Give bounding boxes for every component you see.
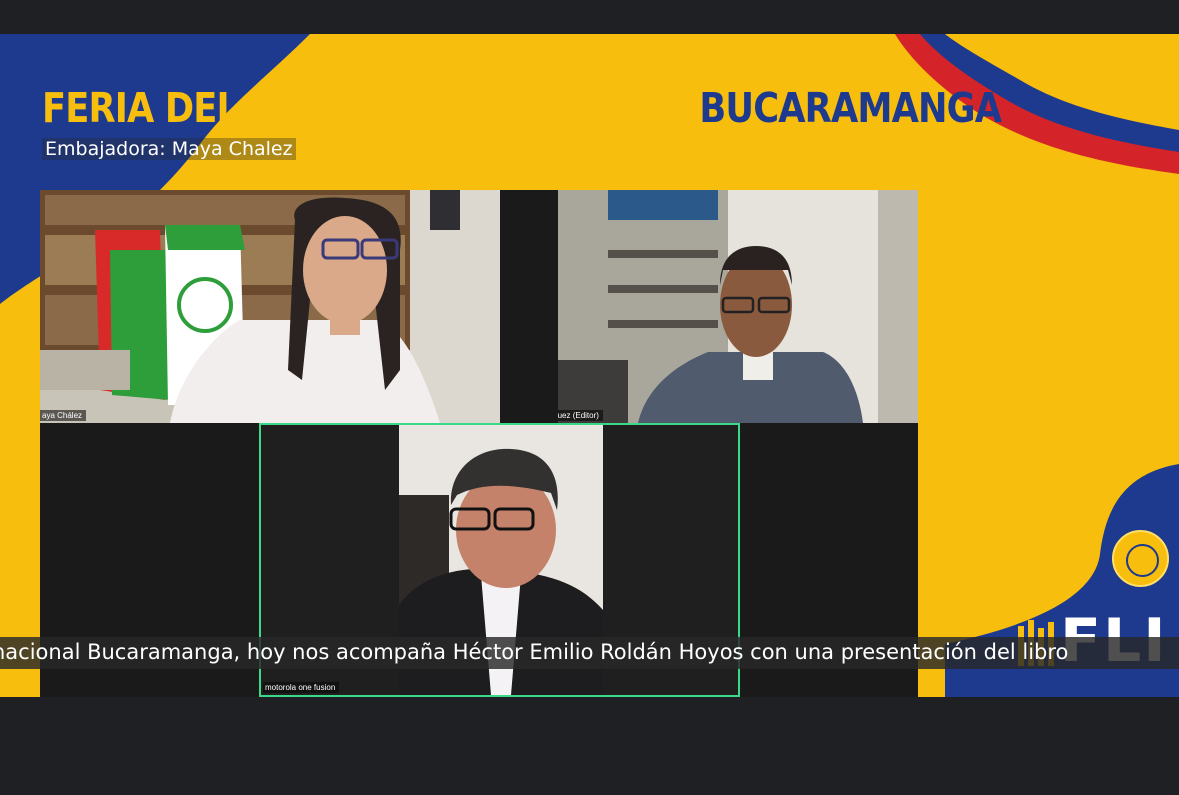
title-part-yellow: FERIA DEL LIBRO INTERNACIONAL: [42, 84, 689, 132]
news-ticker: nacional Bucaramanga, hoy nos acompaña H…: [0, 637, 1179, 669]
event-banner: FERIA DEL LIBRO INTERNACIONAL BUCARAMANG…: [0, 34, 1179, 697]
editor-video-frame: [558, 190, 918, 423]
ambassador-video-frame: [40, 190, 500, 423]
participant-name-tag: motorola one fusion: [263, 682, 340, 693]
video-gallery: aya Chález Antonio Marquez (Editor: [40, 190, 918, 697]
ticker-text: nacional Bucaramanga, hoy nos acompaña H…: [0, 640, 1069, 664]
bottom-bar: [0, 697, 1179, 795]
event-title: FERIA DEL LIBRO INTERNACIONAL BUCARAMANG…: [42, 84, 1002, 132]
video-tile-editor[interactable]: Antonio Marquez (Editor): [558, 190, 918, 423]
participant-name: Antonio Marquez (Editor): [558, 411, 599, 420]
title-part-blue: BUCARAMANGA: [699, 84, 1002, 132]
participant-name-tag: aya Chález: [40, 410, 87, 421]
participant-name-tag: Antonio Marquez (Editor): [558, 410, 603, 421]
fair-logo-badge: [1112, 530, 1169, 587]
ambassador-subtitle: Embajadora: Maya Chalez: [42, 138, 296, 160]
video-tile-ambassador[interactable]: aya Chález: [40, 190, 500, 423]
top-bar: [0, 0, 1179, 34]
